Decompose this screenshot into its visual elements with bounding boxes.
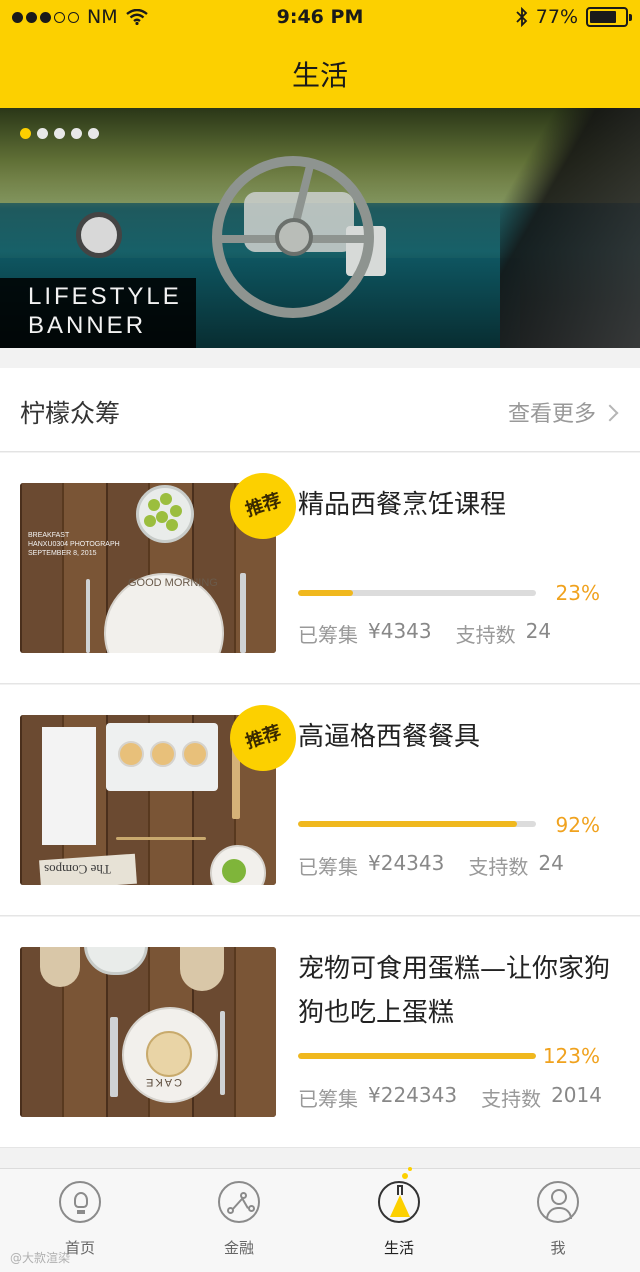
progress-bar: [298, 1053, 536, 1059]
section-title: 柠檬众筹: [20, 399, 121, 428]
chevron-right-icon: [601, 404, 619, 422]
progress-percent: 23%: [555, 581, 600, 605]
project-card[interactable]: The Compos 推荐 高逼格西餐餐具 92% 已筹集 ¥24343 支持数 2…: [0, 685, 640, 916]
pager-dot[interactable]: [54, 128, 65, 139]
nav-header: NM 9:46 PM 77% 生活: [0, 0, 640, 108]
network-icon: [218, 1181, 260, 1223]
battery-group: 77%: [516, 6, 632, 28]
bottom-tab-bar: 首页 金融 生活 我: [0, 1167, 640, 1272]
progress-percent: 123%: [542, 1044, 600, 1068]
project-stats: 已筹集 ¥24343 支持数 24: [298, 851, 564, 879]
lifestyle-banner[interactable]: LIFESTYLE BANNER: [0, 108, 640, 348]
recommend-badge: 推荐: [230, 473, 296, 539]
recommend-badge: 推荐: [230, 705, 296, 771]
project-card[interactable]: CAKE 宠物可食用蛋糕—让你家狗狗也吃上蛋糕 123% 已筹集 ¥224343 …: [0, 917, 640, 1148]
progress-bar: [298, 821, 536, 827]
project-stats: 已筹集 ¥4343 支持数 24: [298, 619, 552, 647]
bluetooth-icon: [516, 7, 528, 27]
pager-dot[interactable]: [88, 128, 99, 139]
tab-me[interactable]: 我: [518, 1181, 598, 1258]
crowdfunding-section-header: 柠檬众筹 查看更多: [0, 368, 640, 452]
watermark: @大款渲染: [10, 1251, 71, 1265]
battery-percent: 77%: [535, 6, 578, 28]
banner-pager[interactable]: [20, 128, 99, 139]
pager-dot[interactable]: [20, 128, 31, 139]
tab-life[interactable]: 生活: [359, 1167, 439, 1258]
page-title: 生活: [291, 59, 348, 92]
bulb-icon: [59, 1181, 101, 1223]
user-icon: [537, 1181, 579, 1223]
project-title: 宠物可食用蛋糕—让你家狗狗也吃上蛋糕: [298, 954, 611, 1028]
progress-bar: [298, 590, 536, 596]
gauge-illustration: [76, 212, 122, 258]
project-card[interactable]: BREAKFAST HANXU0304 PHOTOGRAPH SEPTEMBER…: [0, 453, 640, 684]
project-title: 精品西餐烹饪课程: [298, 490, 507, 520]
flask-icon: [378, 1167, 420, 1223]
banner-caption: LIFESTYLE BANNER: [28, 283, 182, 339]
progress-percent: 92%: [555, 813, 600, 837]
battery-fill: [590, 11, 617, 23]
battery-icon: [586, 7, 632, 27]
status-bar: NM 9:46 PM 77%: [0, 0, 640, 36]
pager-dot[interactable]: [37, 128, 48, 139]
project-thumbnail: CAKE: [20, 947, 276, 1117]
project-title: 高逼格西餐餐具: [298, 722, 481, 752]
tab-home[interactable]: 首页: [40, 1181, 120, 1258]
see-more-link[interactable]: 查看更多: [508, 396, 619, 428]
tab-finance[interactable]: 金融: [199, 1181, 279, 1258]
pager-dot[interactable]: [71, 128, 82, 139]
project-stats: 已筹集 ¥224343 支持数 2014: [298, 1083, 602, 1111]
